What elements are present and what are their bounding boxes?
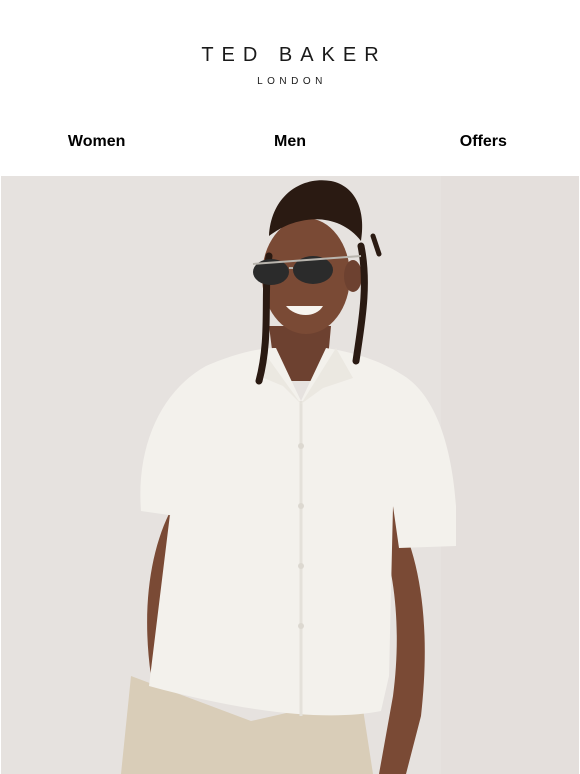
brand-name: TED BAKER — [201, 44, 387, 66]
nav-item-women[interactable]: Women — [0, 118, 193, 176]
brand-location: LONDON — [257, 76, 327, 87]
hero-image[interactable] — [1, 176, 579, 774]
shirt-button — [298, 443, 304, 449]
nav-item-offers[interactable]: Offers — [387, 118, 580, 176]
hero-model-illustration — [1, 176, 579, 774]
brand-logo[interactable]: TED BAKER LONDON — [0, 44, 580, 87]
nav-item-men[interactable]: Men — [193, 118, 386, 176]
email-header: TED BAKER LONDON — [0, 0, 580, 118]
shirt-button — [298, 503, 304, 509]
category-nav: Women Men Offers — [0, 118, 580, 176]
shirt-button — [298, 623, 304, 629]
background-shade — [441, 176, 579, 774]
shirt-button — [298, 563, 304, 569]
ear — [344, 260, 362, 292]
